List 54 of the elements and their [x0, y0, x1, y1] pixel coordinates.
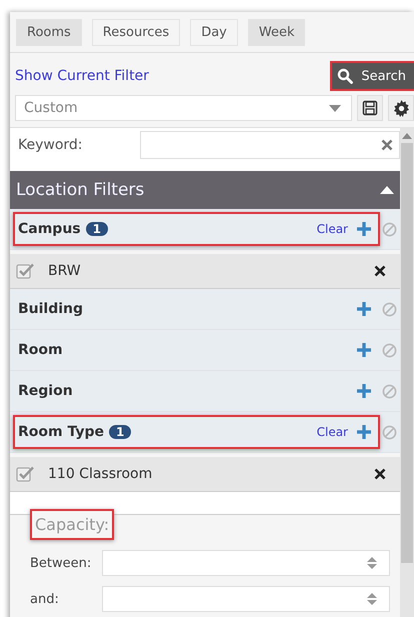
- checkbox[interactable]: [16, 466, 34, 482]
- tab[interactable]: Week: [248, 19, 306, 46]
- add-icon[interactable]: [356, 342, 372, 358]
- checkbox[interactable]: [16, 263, 34, 279]
- scroll-up-icon[interactable]: [402, 133, 412, 139]
- search-icon: [337, 68, 354, 84]
- disable-icon[interactable]: [382, 302, 397, 316]
- remove-icon[interactable]: [374, 468, 386, 480]
- scrollbar[interactable]: [400, 127, 414, 617]
- count-badge: 1: [86, 222, 108, 236]
- remove-icon[interactable]: [374, 265, 386, 277]
- spinner-icon[interactable]: [367, 557, 377, 569]
- save-button[interactable]: [357, 95, 383, 121]
- saved-filter-dropdown[interactable]: Custom: [15, 95, 352, 121]
- clear-icon[interactable]: [381, 139, 393, 151]
- disable-icon[interactable]: [382, 342, 397, 358]
- clear-link[interactable]: Clear: [316, 425, 348, 439]
- count-badge: 1: [109, 425, 132, 439]
- disable-icon[interactable]: [382, 424, 397, 440]
- filter-label: Region: [18, 383, 73, 399]
- disable-icon[interactable]: [382, 384, 397, 398]
- capacity-legend: Capacity:: [30, 509, 114, 540]
- filter-label: Campus: [18, 221, 81, 237]
- section-title: Location Filters: [16, 180, 144, 200]
- number-field[interactable]: [102, 586, 390, 612]
- filter-row[interactable]: Campus 1 Clear: [13, 212, 380, 246]
- keyword-field[interactable]: [140, 131, 400, 159]
- add-icon[interactable]: [356, 424, 372, 440]
- disable-icon[interactable]: [382, 222, 397, 236]
- show-filter-link[interactable]: Show Current Filter: [15, 68, 149, 84]
- filter-label: Room Type: [18, 424, 104, 440]
- collapse-icon[interactable]: [380, 186, 394, 194]
- add-icon[interactable]: [356, 221, 372, 237]
- tab[interactable]: Resources: [92, 19, 180, 46]
- filter-row[interactable]: Room Type 1 Clear: [13, 415, 380, 449]
- add-icon[interactable]: [356, 383, 372, 399]
- number-field[interactable]: [102, 550, 390, 576]
- section-header[interactable]: Location Filters: [10, 171, 400, 209]
- capacity-label: Between:: [30, 556, 92, 570]
- filter-label: Room: [18, 342, 63, 358]
- capacity-label: and:: [30, 592, 60, 606]
- gear-icon: [392, 100, 410, 116]
- clear-link[interactable]: Clear: [316, 222, 348, 236]
- selection-label: BRW: [48, 263, 82, 279]
- settings-button[interactable]: [388, 95, 414, 121]
- tab[interactable]: Rooms: [16, 19, 82, 46]
- keyword-label: Keyword:: [18, 137, 84, 153]
- spinner-icon[interactable]: [367, 593, 377, 605]
- filter-label: Building: [18, 301, 84, 317]
- add-icon[interactable]: [356, 301, 372, 317]
- selection-label: 110 Classroom: [48, 466, 154, 482]
- tab[interactable]: Day: [190, 19, 238, 46]
- search-button[interactable]: Search: [332, 63, 414, 89]
- caret-icon: [329, 104, 341, 112]
